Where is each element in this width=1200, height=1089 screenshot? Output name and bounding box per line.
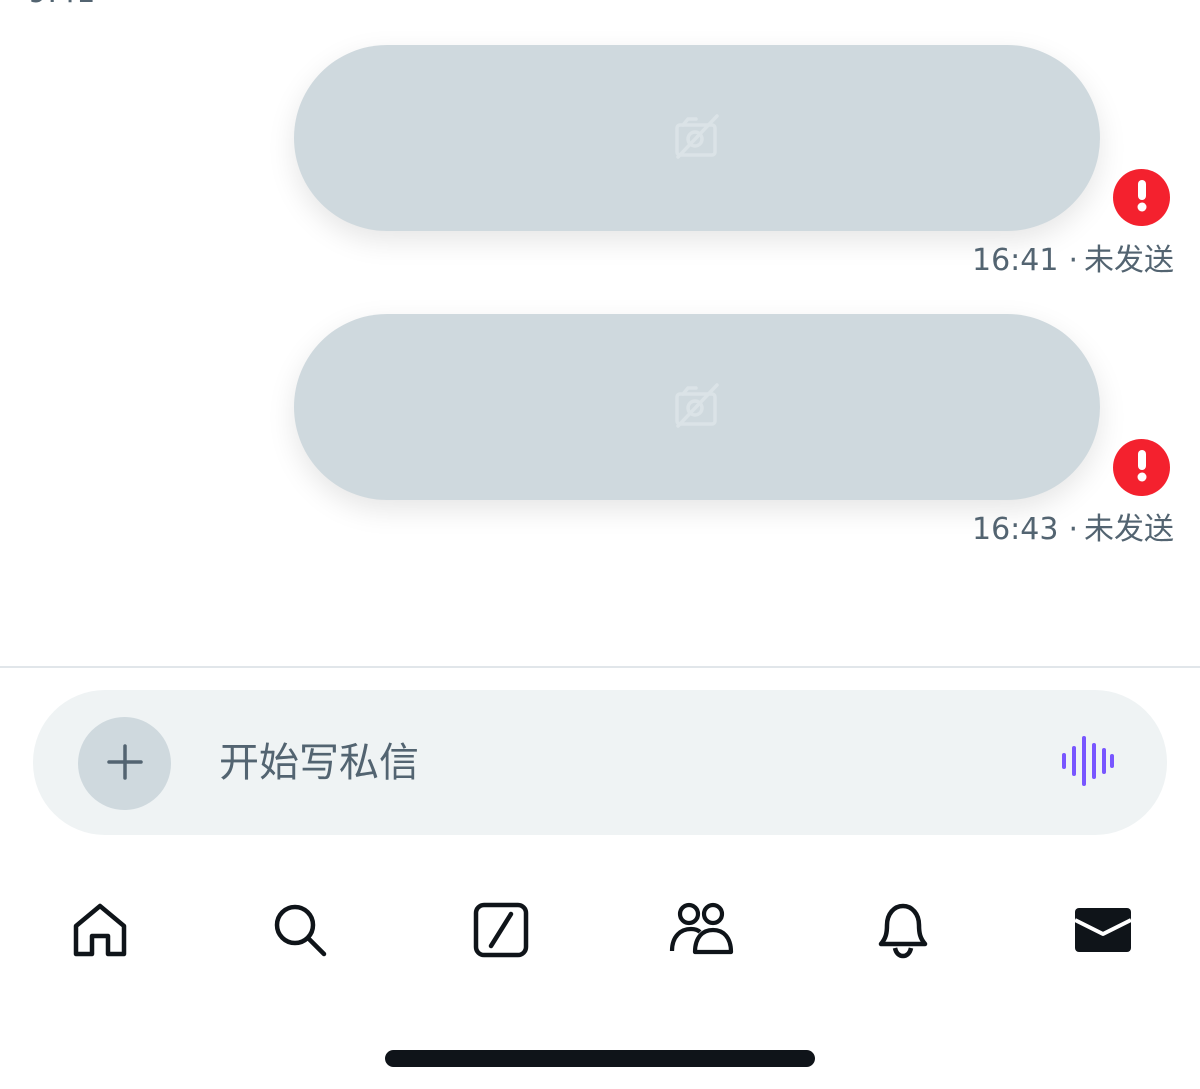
communities-icon bbox=[669, 900, 735, 964]
message-time: 16:41 bbox=[971, 243, 1059, 278]
home-indicator[interactable] bbox=[385, 1050, 815, 1067]
tab-search[interactable] bbox=[260, 892, 340, 972]
search-icon bbox=[270, 900, 330, 964]
meta-separator: · bbox=[1068, 512, 1078, 547]
image-unavailable-icon bbox=[672, 113, 722, 163]
tab-messages[interactable] bbox=[1063, 892, 1143, 972]
audio-waveform-icon bbox=[1060, 736, 1116, 790]
composer-divider bbox=[0, 666, 1200, 668]
message-meta: 16:41 · 未发送 bbox=[972, 243, 1174, 279]
send-failed-error-button[interactable] bbox=[1113, 439, 1170, 496]
envelope-icon bbox=[1073, 900, 1133, 964]
message-image-bubble[interactable] bbox=[294, 45, 1100, 231]
tab-communities[interactable] bbox=[662, 892, 742, 972]
tab-grok[interactable] bbox=[461, 892, 541, 972]
voice-message-button[interactable] bbox=[1058, 736, 1118, 790]
message-meta: 16:43 · 未发送 bbox=[972, 512, 1174, 548]
add-attachment-button[interactable] bbox=[78, 717, 171, 810]
message-input[interactable] bbox=[219, 730, 999, 796]
bottom-tab-bar bbox=[0, 880, 1200, 980]
message-time: 16:43 bbox=[971, 512, 1059, 547]
tab-notifications[interactable] bbox=[863, 892, 943, 972]
grok-icon bbox=[471, 900, 531, 964]
home-icon bbox=[70, 900, 130, 964]
tab-home[interactable] bbox=[60, 892, 140, 972]
message-composer bbox=[33, 690, 1167, 835]
dm-conversation-screen: 9:41 16:41·未发送 bbox=[0, 0, 1200, 1089]
message-image-bubble[interactable] bbox=[294, 314, 1100, 500]
exclamation-icon bbox=[1136, 179, 1148, 216]
send-failed-error-button[interactable] bbox=[1113, 169, 1170, 226]
message-status: 未发送 bbox=[1084, 243, 1174, 278]
plus-icon bbox=[106, 743, 144, 785]
meta-separator: · bbox=[1068, 243, 1078, 278]
exclamation-icon bbox=[1136, 449, 1148, 486]
status-bar-time: 9:41 bbox=[28, 0, 95, 8]
message-status: 未发送 bbox=[1084, 512, 1174, 547]
image-unavailable-icon bbox=[672, 382, 722, 432]
bell-icon bbox=[873, 900, 933, 964]
